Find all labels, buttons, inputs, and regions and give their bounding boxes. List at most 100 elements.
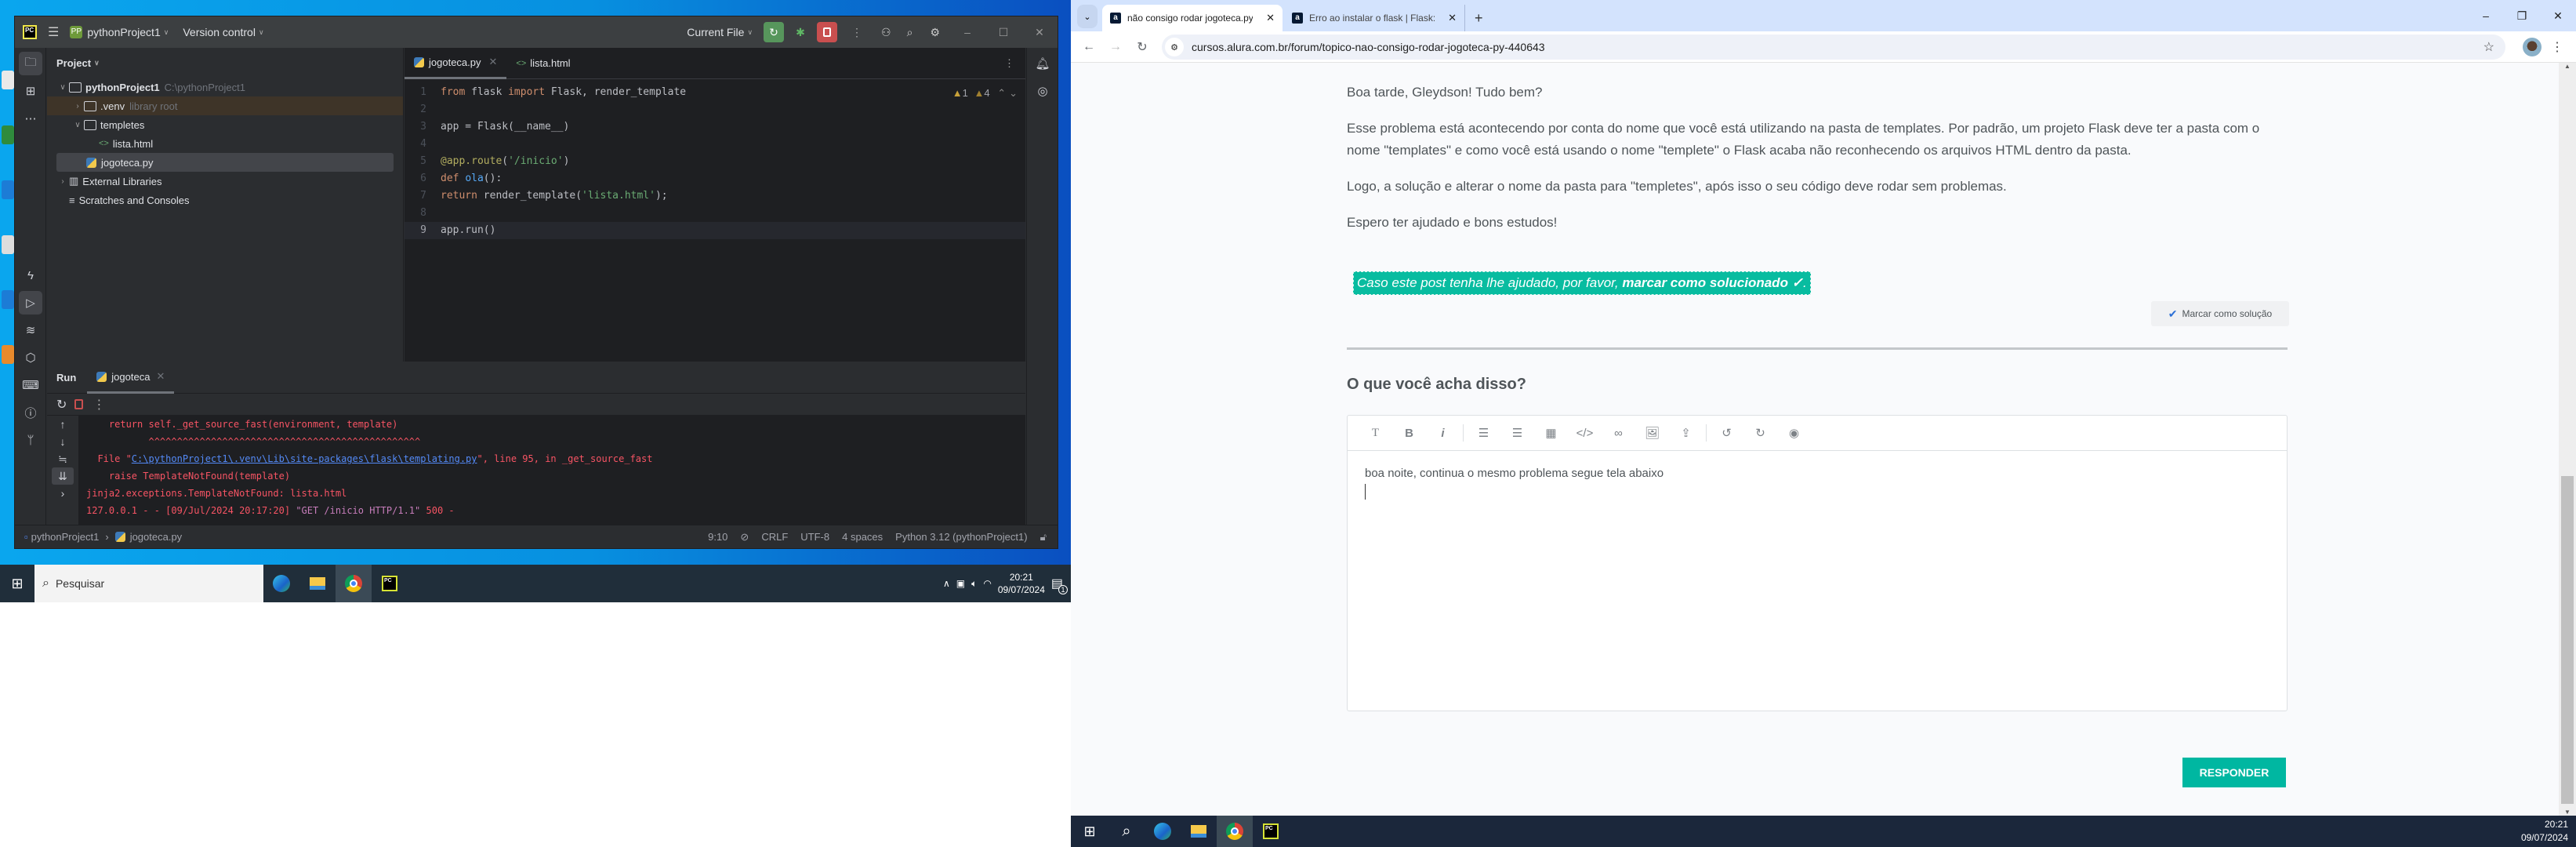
file-encoding[interactable]: UTF-8 (800, 531, 829, 543)
rerun-button[interactable]: ↻ (764, 22, 785, 42)
preview-eye-icon[interactable]: ◉ (1777, 426, 1811, 440)
address-bar[interactable]: ⚙ cursos.alura.com.br/forum/topico-nao-c… (1162, 35, 2505, 60)
bold-icon[interactable]: B (1392, 427, 1426, 440)
rerun-icon[interactable]: ↻ (56, 397, 67, 413)
stop-icon[interactable] (74, 399, 84, 409)
expand-icon[interactable]: › (47, 485, 78, 502)
settings-gear-icon[interactable]: ⚙ (930, 26, 940, 39)
tab-search-button[interactable]: ⌄ (1077, 5, 1098, 28)
reply-textarea[interactable]: boa noite, continua o mesmo problema seg… (1348, 451, 2287, 514)
bookmark-star-icon[interactable]: ☆ (2483, 39, 2494, 55)
project-tool-button[interactable]: 🗀 (19, 52, 42, 75)
editor-tab-lista-html[interactable]: <> lista.html (506, 48, 579, 79)
image-icon[interactable]: 🖼︎ (1635, 426, 1669, 440)
soft-wrap-icon[interactable]: ≒ (47, 450, 78, 467)
browser-menu-icon[interactable]: ⋮ (2551, 39, 2563, 55)
taskbar-explorer[interactable] (1181, 816, 1217, 847)
file-link[interactable]: C:\pythonProject1\.venv\Lib\site-package… (132, 453, 477, 464)
new-tab-button[interactable]: + (1464, 5, 1493, 31)
desktop-icon[interactable] (2, 71, 14, 89)
start-button[interactable]: ⊞ (0, 565, 34, 602)
taskbar-search[interactable]: ⌕ Pesquisar (34, 565, 263, 602)
italic-icon[interactable]: i (1426, 427, 1460, 440)
browser-tab[interactable]: a Erro ao instalar o flask | Flask: c ✕ (1284, 5, 1464, 31)
scroll-to-end-icon[interactable]: ⇊ (52, 467, 74, 485)
scroll-down-icon[interactable]: ↓ (47, 433, 78, 450)
python-interpreter[interactable]: Python 3.12 (pythonProject1) (895, 531, 1027, 543)
close-tab-icon[interactable]: ✕ (489, 56, 498, 68)
minimize-button[interactable]: – (2468, 0, 2504, 31)
tree-item-scratches[interactable]: ≡ Scratches and Consoles (47, 191, 403, 209)
forward-button[interactable]: → (1102, 40, 1129, 54)
taskbar-edge[interactable] (263, 565, 299, 602)
scroll-down-arrow[interactable]: ▼ (2559, 809, 2576, 816)
next-issue-icon[interactable]: ⌄ (1009, 87, 1018, 99)
code-with-me-icon[interactable]: ⚇ (881, 26, 891, 39)
submit-reply-button[interactable]: RESPONDER (2182, 758, 2286, 787)
desktop-icon[interactable] (2, 235, 14, 254)
page-scrollbar[interactable]: ▲ ▼ (2559, 63, 2576, 816)
debug-button[interactable]: ✱ (790, 22, 811, 42)
tree-item-jogoteca-py[interactable]: jogoteca.py (56, 153, 394, 172)
breadcrumb-file[interactable]: jogoteca.py (130, 531, 183, 543)
lock-icon[interactable]: 🔓︎ (1040, 531, 1047, 543)
scroll-up-arrow[interactable]: ▲ (2559, 63, 2576, 70)
notifications-icon[interactable]: ▤ 1 (1051, 576, 1068, 594)
run-config-selector[interactable]: Current File (687, 26, 744, 38)
restore-button[interactable]: ❐ (2504, 0, 2540, 31)
indent-setting[interactable]: 4 spaces (842, 531, 883, 543)
close-button[interactable]: ✕ (1021, 26, 1058, 39)
tree-item-venv[interactable]: › .venv library root (47, 96, 403, 115)
stop-button[interactable] (817, 22, 838, 42)
inspection-widget[interactable]: ▲1 ▲4 ⌃ ⌄ (952, 87, 1018, 100)
redo-icon[interactable]: ↻ (1743, 426, 1777, 440)
editor-tab-jogoteca[interactable]: jogoteca.py ✕ (405, 48, 507, 79)
main-menu-icon[interactable]: ☰ (48, 24, 59, 40)
python-packages-button[interactable]: ϟ (19, 264, 42, 287)
layers-tool-button[interactable]: ≋ (19, 318, 42, 342)
no-vcs-icon[interactable]: ⊘ (740, 531, 749, 543)
unordered-list-icon[interactable]: ☰ (1500, 426, 1534, 440)
version-control-menu[interactable]: Version control (183, 26, 256, 38)
site-info-icon[interactable]: ⚙ (1165, 38, 1184, 56)
back-button[interactable]: ← (1076, 40, 1102, 54)
table-icon[interactable]: ▦ (1534, 426, 1568, 440)
taskbar-chrome[interactable] (1217, 816, 1253, 847)
terminal-tool-button[interactable]: ⌨ (19, 373, 42, 397)
desktop-icon[interactable] (2, 290, 14, 309)
wifi-icon[interactable]: ◠ (983, 578, 991, 589)
mark-as-solution-button[interactable]: ✔ Marcar como solução (2151, 301, 2289, 326)
ordered-list-icon[interactable]: ☰ (1467, 426, 1500, 440)
search-button[interactable]: ⌕ (1108, 816, 1145, 847)
close-tab-icon[interactable]: ✕ (1266, 12, 1275, 24)
tree-item-project-root[interactable]: ∨ pythonProject1 C:\pythonProject1 (47, 78, 403, 96)
close-button[interactable]: ✕ (2540, 0, 2576, 31)
problems-tool-button[interactable]: ⓘ (19, 401, 42, 424)
line-separator[interactable]: CRLF (761, 531, 788, 543)
taskbar-explorer[interactable] (299, 565, 336, 602)
tray-overflow-icon[interactable]: ∧ (943, 578, 950, 589)
start-button[interactable]: ⊞ (1071, 816, 1108, 847)
tabs-more-icon[interactable]: ⋮ (1004, 57, 1014, 70)
reload-button[interactable]: ↻ (1129, 39, 1156, 55)
close-tab-icon[interactable]: ✕ (1448, 12, 1457, 24)
close-tab-icon[interactable]: ✕ (156, 370, 165, 383)
structure-tool-button[interactable]: ⊞ (19, 79, 42, 103)
volume-icon[interactable]: 🔈︎ (971, 578, 977, 590)
run-tab-jogoteca[interactable]: jogoteca ✕ (87, 362, 175, 394)
prev-issue-icon[interactable]: ⌃ (997, 87, 1006, 99)
link-icon[interactable]: ∞ (1602, 427, 1635, 440)
taskbar-edge[interactable] (1145, 816, 1181, 847)
minimize-button[interactable]: – (949, 26, 985, 38)
network-icon[interactable]: ▣ (956, 578, 965, 589)
more-actions-icon[interactable]: ⋮ (851, 26, 862, 39)
run-tool-button[interactable]: ▷ (19, 291, 42, 314)
code-icon[interactable]: </> (1568, 427, 1602, 440)
maximize-button[interactable]: ☐ (985, 26, 1021, 39)
clock[interactable]: 20:21 09/07/2024 (998, 571, 1045, 596)
more-tools-button[interactable]: ⋯ (19, 107, 42, 130)
tree-item-external-libraries[interactable]: › ▥ External Libraries (47, 172, 403, 191)
desktop-icon[interactable] (2, 345, 14, 364)
scrollbar-thumb[interactable] (2561, 475, 2574, 804)
clock[interactable]: 20:21 09/07/2024 (2521, 818, 2576, 845)
